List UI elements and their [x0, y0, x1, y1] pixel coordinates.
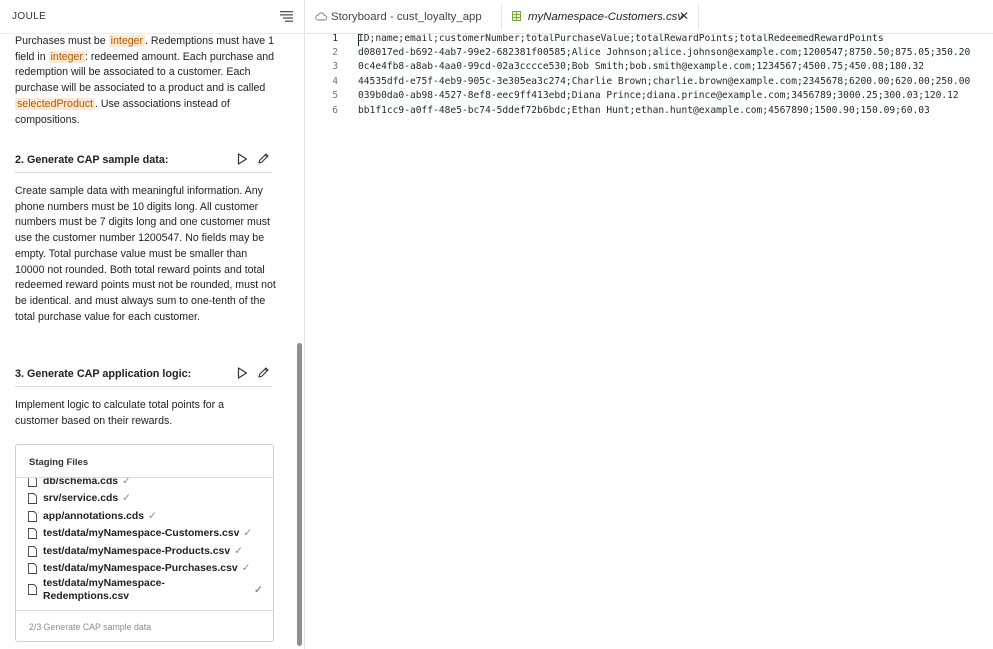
file-icon — [28, 546, 37, 557]
line-number: 4 — [332, 76, 338, 87]
step-3-header: 3. Generate CAP application logic: — [15, 359, 272, 387]
joule-title: JOULE — [12, 11, 47, 22]
check-icon: ✓ — [234, 546, 243, 557]
staging-file-item[interactable]: db/schema.cds ✓ — [28, 478, 268, 490]
file-icon — [28, 493, 37, 504]
check-icon: ✓ — [254, 585, 263, 596]
joule-scrollbar[interactable] — [297, 343, 302, 646]
staging-file-name: test/data/myNamespace-Customers.csv — [43, 528, 240, 539]
code-line[interactable]: 0c4e4fb8-a8ab-4aa0-99cd-02a3cccce530;Bob… — [358, 61, 993, 72]
staging-file-item[interactable]: srv/service.cds ✓ — [28, 490, 268, 507]
highlighted-term: selectedProduct — [15, 97, 95, 110]
file-icon — [28, 584, 37, 595]
tab-storyboard[interactable]: Storyboard - cust_loyalty_app — [306, 4, 502, 30]
tab-label: Storyboard - cust_loyalty_app — [331, 11, 482, 23]
step-2-text: Create sample data with meaningful infor… — [15, 185, 276, 323]
staging-file-item[interactable]: test/data/myNamespace-Customers.csv ✓ — [28, 525, 268, 542]
staging-progress-status: 2/3 Generate CAP sample data — [29, 622, 152, 632]
line-number: 6 — [332, 105, 338, 116]
staging-file-item[interactable]: test/data/myNamespace-Purchases.csv ✓ — [28, 560, 268, 577]
prompt-text-segment: Purchases must be — [15, 35, 109, 47]
staging-file-item[interactable]: test/data/myNamespace-Products.csv ✓ — [28, 543, 268, 560]
staging-file-name: test/data/myNamespace-Products.csv — [43, 546, 231, 557]
play-icon[interactable] — [237, 153, 248, 165]
step-3-text: Implement logic to calculate total point… — [15, 399, 225, 427]
file-icon — [28, 511, 37, 522]
code-line[interactable]: ID;name;email;customerNumber;totalPurcha… — [358, 34, 993, 44]
tab-customers-csv[interactable]: myNamespace-Customers.csv ✕ — [503, 4, 699, 30]
staging-files-footer: 2/3 Generate CAP sample data — [16, 610, 273, 641]
staging-file-name: srv/service.cds — [43, 493, 119, 504]
play-icon[interactable] — [237, 367, 248, 379]
csv-editor[interactable]: 1 2 3 4 5 6 ID;name;email;customerNumber… — [306, 34, 993, 649]
table-file-icon — [512, 11, 521, 21]
line-number: 1 — [332, 34, 338, 44]
staging-file-name: test/data/myNamespace-Redemptions.csv — [43, 578, 165, 602]
menu-icon[interactable] — [280, 11, 293, 22]
check-icon: ✓ — [243, 528, 253, 539]
check-icon: ✓ — [148, 511, 157, 522]
staging-files-header: Staging Files — [16, 445, 273, 478]
highlighted-term: integer — [48, 50, 85, 63]
staging-files-panel: Staging Files db/schema.cds ✓ srv/service… — [15, 444, 274, 642]
joule-header: JOULE — [0, 0, 304, 34]
file-icon — [28, 528, 37, 539]
code-line[interactable]: 44535dfd-e75f-4eb9-905c-3e305ea3c274;Cha… — [358, 76, 993, 87]
file-icon — [28, 478, 37, 487]
code-line[interactable]: 039b0da0-ab98-4527-8ef8-eec9ff413ebd;Dia… — [358, 90, 993, 101]
joule-panel: JOULE Purchases must be integer. Redempt… — [0, 0, 305, 649]
cloud-icon — [315, 12, 327, 21]
editor-tab-bar: Storyboard - cust_loyalty_app myNamespac… — [306, 0, 993, 34]
code-line[interactable]: bb1f1cc9-a0ff-48e5-bc74-5ddef72b6bdc;Eth… — [358, 105, 993, 116]
joule-conversation: Purchases must be integer. Redemptions m… — [15, 34, 275, 128]
step-2-title: 2. Generate CAP sample data: — [15, 154, 169, 166]
staging-file-name: db/schema.cds — [43, 478, 119, 487]
edit-icon[interactable] — [257, 366, 270, 379]
line-number: 2 — [332, 47, 338, 58]
check-icon: ✓ — [122, 478, 131, 487]
line-number: 5 — [332, 90, 338, 101]
check-icon: ✓ — [122, 493, 131, 504]
staging-file-name: app/annotations.cds — [43, 511, 145, 522]
staging-file-item[interactable]: app/annotations.cds ✓ — [28, 508, 268, 525]
step-3-title: 3. Generate CAP application logic: — [15, 368, 192, 380]
step-2-header: 2. Generate CAP sample data: — [15, 145, 272, 173]
highlighted-term: integer — [108, 35, 146, 47]
tab-label: myNamespace-Customers.csv — [528, 11, 684, 23]
staging-files-title: Staging Files — [29, 457, 89, 468]
file-icon — [28, 563, 37, 574]
line-number: 3 — [332, 61, 338, 72]
code-line[interactable]: d08017ed-b692-4ab7-99e2-682381f00585;Ali… — [358, 47, 993, 58]
staging-file-item[interactable]: test/data/myNamespace-Redemptions.csv ✓ — [28, 578, 268, 606]
edit-icon[interactable] — [257, 152, 270, 165]
staging-file-name: test/data/myNamespace-Purchases.csv — [43, 563, 238, 574]
close-icon[interactable]: ✕ — [679, 9, 689, 23]
staging-files-list[interactable]: db/schema.cds ✓ srv/service.cds ✓ app/anno… — [16, 478, 273, 610]
check-icon: ✓ — [241, 563, 251, 574]
prompt-step1-text: Purchases must be integer. Redemptions m… — [15, 34, 275, 128]
